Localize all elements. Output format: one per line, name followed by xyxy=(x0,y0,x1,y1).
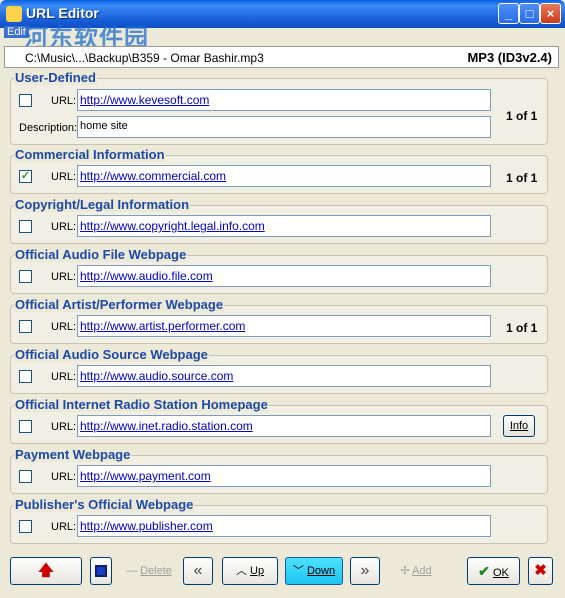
enable-checkbox[interactable] xyxy=(19,320,32,333)
down-button[interactable]: ﹀ Down xyxy=(285,557,343,585)
url-input[interactable]: http://www.copyright.legal.info.com xyxy=(77,215,491,237)
item-count: 1 of 1 xyxy=(506,321,538,335)
url-label: URL: xyxy=(51,471,77,483)
group-title: Official Audio Source Webpage xyxy=(14,347,209,362)
url-input[interactable]: http://www.payment.com xyxy=(77,465,491,487)
group-title: Official Audio File Webpage xyxy=(14,247,188,262)
app-icon xyxy=(6,6,22,22)
enable-checkbox[interactable] xyxy=(19,94,32,107)
url-input[interactable]: http://www.artist.performer.com xyxy=(77,315,491,337)
add-label: Add xyxy=(412,565,432,577)
next-button[interactable]: » xyxy=(350,557,380,585)
url-input[interactable]: http://www.inet.radio.station.com xyxy=(77,415,491,437)
file-format: MP3 (ID3v2.4) xyxy=(467,50,552,65)
group-title: Copyright/Legal Information xyxy=(14,197,191,212)
maximize-button[interactable]: □ xyxy=(519,3,540,24)
up-arrow-icon: 🡅 xyxy=(38,562,54,579)
delete-button[interactable]: — Delete xyxy=(118,557,180,585)
enable-checkbox[interactable] xyxy=(19,270,32,283)
item-count: 1 of 1 xyxy=(506,171,538,185)
enable-checkbox[interactable] xyxy=(19,470,32,483)
url-label: URL: xyxy=(51,171,77,183)
enable-checkbox[interactable] xyxy=(19,420,32,433)
close-button[interactable]: × xyxy=(540,3,561,24)
enable-checkbox[interactable]: ✓ xyxy=(19,170,32,183)
description-input[interactable]: home site xyxy=(77,116,491,138)
url-label: URL: xyxy=(51,95,77,107)
group-title: User-Defined xyxy=(14,70,97,85)
checkmark-icon: ✔ xyxy=(478,563,490,579)
minimize-button[interactable]: _ xyxy=(498,3,519,24)
url-input[interactable]: http://www.commercial.com xyxy=(77,165,491,187)
enable-checkbox[interactable] xyxy=(19,370,32,383)
url-input[interactable]: http://www.audio.source.com xyxy=(77,365,491,387)
url-label: URL: xyxy=(51,221,77,233)
url-label: URL: xyxy=(51,371,77,383)
ok-label: OK xyxy=(492,567,509,579)
url-label: URL: xyxy=(51,521,77,533)
previous-button[interactable]: « xyxy=(183,557,213,585)
item-count: 1 of 1 xyxy=(506,109,538,123)
minus-icon: — xyxy=(126,565,141,577)
stop-icon xyxy=(95,565,107,578)
down-label: Down xyxy=(306,565,336,577)
plus-icon: ✢ xyxy=(400,565,413,577)
double-left-icon: « xyxy=(193,562,203,579)
caret-up-icon: ︿ xyxy=(235,565,250,577)
x-icon: ✖ xyxy=(534,562,547,579)
move-first-button[interactable]: 🡅 xyxy=(10,557,82,585)
file-path: C:\Music\...\Backup\B359 - Omar Bashir.m… xyxy=(25,51,264,65)
cancel-button[interactable]: ✖ xyxy=(528,557,553,585)
group-title: Commercial Information xyxy=(14,147,166,162)
description-label: Description: xyxy=(19,122,78,134)
double-right-icon: » xyxy=(360,562,370,579)
up-label: Up xyxy=(250,565,265,577)
group-title: Official Internet Radio Station Homepage xyxy=(14,397,269,412)
delete-label: Delete xyxy=(140,565,172,577)
stop-button[interactable] xyxy=(90,557,112,585)
url-label: URL: xyxy=(51,421,77,433)
group-title: Publisher's Official Webpage xyxy=(14,497,195,512)
enable-checkbox[interactable] xyxy=(19,220,32,233)
group-title: Payment Webpage xyxy=(14,447,132,462)
url-input[interactable]: http://www.kevesoft.com xyxy=(77,89,491,111)
enable-checkbox[interactable] xyxy=(19,520,32,533)
group-title: Official Artist/Performer Webpage xyxy=(14,297,225,312)
ok-button[interactable]: ✔ OK xyxy=(467,557,520,585)
url-label: URL: xyxy=(51,321,77,333)
up-button[interactable]: ︿ Up xyxy=(222,557,278,585)
info-button[interactable]: Info xyxy=(503,415,535,437)
url-input[interactable]: http://www.audio.file.com xyxy=(77,265,491,287)
url-label: URL: xyxy=(51,271,77,283)
url-input[interactable]: http://www.publisher.com xyxy=(77,515,491,537)
caret-down-icon: ﹀ xyxy=(292,565,307,577)
add-button[interactable]: ✢ Add xyxy=(390,557,442,585)
file-info-bar: C:\Music\...\Backup\B359 - Omar Bashir.m… xyxy=(4,46,559,68)
